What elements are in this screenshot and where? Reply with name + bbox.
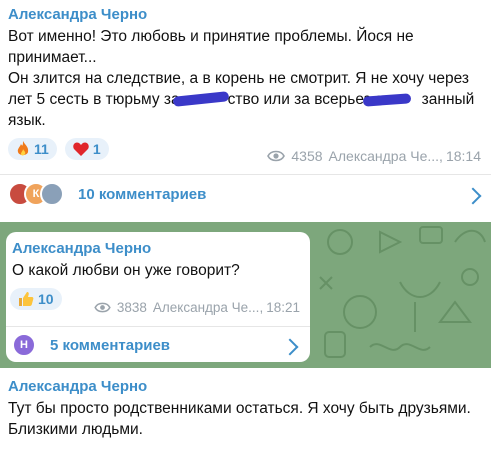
- heart-icon: [73, 142, 89, 156]
- comments-link[interactable]: Н 5 комментариев: [12, 333, 170, 357]
- message-fragment: лет 5 сесть в тюрьму за: [8, 91, 180, 108]
- reaction-fire[interactable]: 11: [8, 138, 57, 160]
- redaction-scribble: [172, 91, 230, 107]
- chevron-right-icon[interactable]: [464, 187, 482, 205]
- message-meta: 3838 Александра Че..., 18:21: [94, 300, 300, 315]
- reaction-heart[interactable]: 1: [64, 138, 109, 160]
- reactions-bar: 10: [10, 288, 62, 312]
- message-bubble: Александра Черно О какой любви он уже го…: [6, 232, 310, 362]
- eye-icon: [267, 150, 286, 162]
- post-time: 18:21: [266, 300, 300, 315]
- view-count: 4358: [291, 148, 323, 164]
- message-line: Вот именно! Это любовь и принятие пробле…: [8, 28, 414, 45]
- message-fragment: занный: [421, 91, 475, 108]
- reaction-thumbs-up[interactable]: 10: [10, 288, 62, 310]
- reaction-count: 10: [38, 291, 54, 307]
- avatar: Н: [12, 333, 36, 357]
- reactions-bar: 11 1: [8, 138, 109, 160]
- eye-icon: [94, 302, 111, 313]
- message-line: принимает...: [8, 49, 97, 66]
- view-count: 3838: [116, 300, 147, 315]
- post-time: 18:14: [445, 148, 481, 164]
- message-line: Он злится на следствие, а в корень не см…: [8, 70, 469, 87]
- chevron-right-icon[interactable]: [281, 338, 299, 356]
- message-line: язык.: [8, 112, 46, 129]
- message-text: Тут бы просто родственниками остаться. Я…: [8, 398, 488, 440]
- message-fragment: ство или за всерьез о: [227, 91, 384, 108]
- redaction-scribble: [362, 93, 412, 107]
- thumbs-up-icon: [19, 292, 34, 306]
- divider: [6, 326, 310, 327]
- comments-label: 10 комментариев: [78, 185, 207, 203]
- sender-name[interactable]: Александра Черно: [8, 6, 147, 23]
- divider: [0, 174, 491, 175]
- reaction-count: 11: [34, 141, 49, 157]
- sender-name[interactable]: Александра Черно: [8, 378, 147, 395]
- post-author: Александра Че...,: [152, 300, 264, 315]
- comments-link[interactable]: К 10 комментариев: [8, 182, 206, 206]
- message-card: Александра Черно Тут бы просто родственн…: [0, 368, 491, 457]
- message-text: О какой любви он уже говорит?: [12, 262, 240, 279]
- message-line: Близкими людьми.: [8, 421, 143, 438]
- post-author: Александра Че...,: [328, 148, 443, 164]
- message-line: Тут бы просто родственниками остаться. Я…: [8, 400, 471, 417]
- message-card: Александра Черно Вот именно! Это любовь …: [0, 0, 491, 222]
- fire-icon: [17, 141, 29, 156]
- message-text: Вот именно! Это любовь и принятие пробле…: [8, 26, 478, 131]
- message-line: лет 5 сесть в тюрьму за ство или за всерь…: [8, 89, 478, 110]
- commenter-avatars: К: [8, 182, 64, 206]
- message-meta: 4358 Александра Че..., 18:14: [267, 148, 481, 164]
- sender-name[interactable]: Александра Черно: [12, 240, 151, 257]
- comments-label: 5 комментариев: [50, 336, 171, 354]
- avatar: [40, 182, 64, 206]
- reaction-count: 1: [92, 141, 101, 157]
